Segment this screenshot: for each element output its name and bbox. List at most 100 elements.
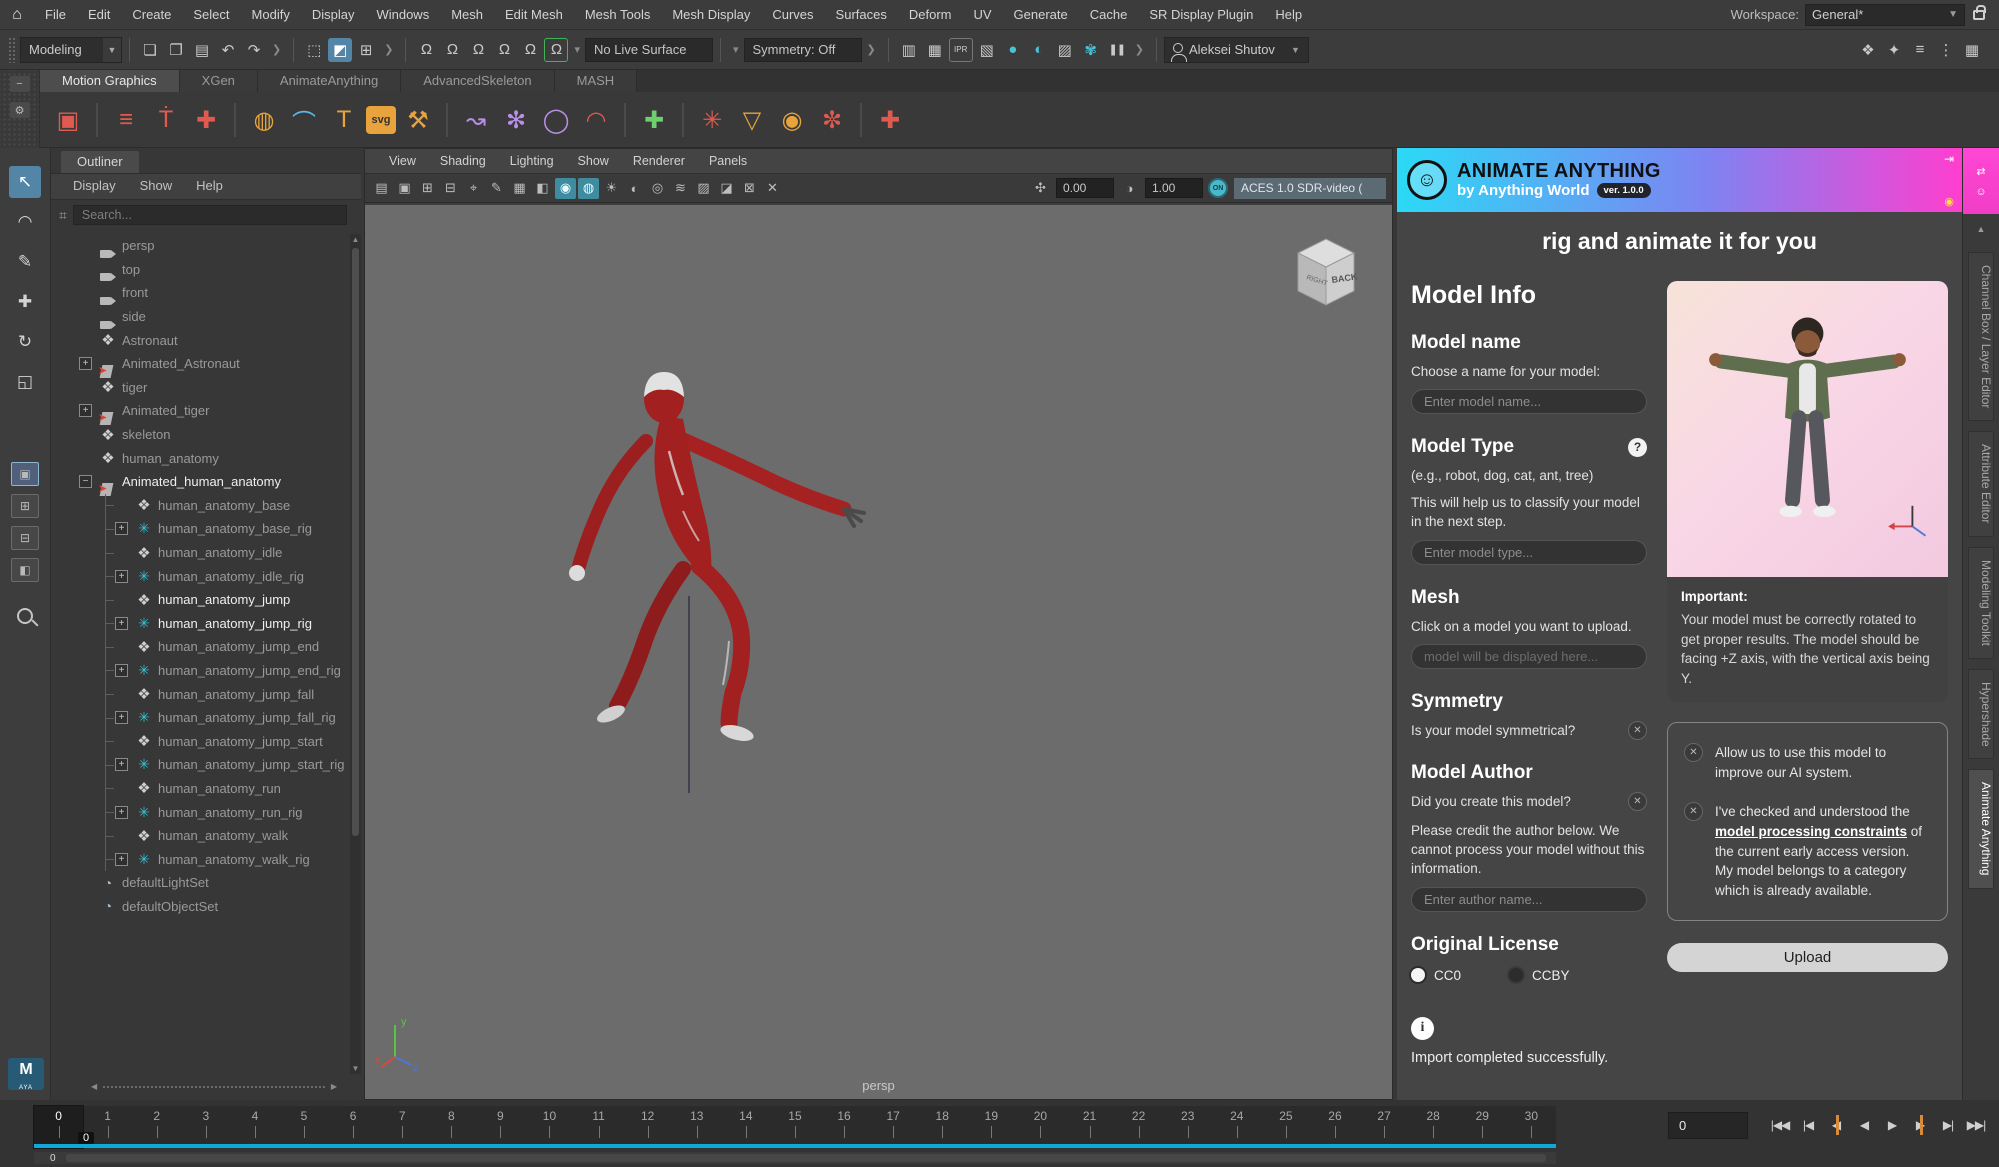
shelf-tool-icon[interactable]: ✼: [814, 102, 850, 138]
menu-item[interactable]: Mesh: [440, 0, 494, 30]
shelf-tool-icon[interactable]: [624, 103, 626, 137]
frame-cell[interactable]: 30: [1507, 1106, 1556, 1148]
tool-icon[interactable]: ↻: [9, 326, 41, 358]
frame-cell[interactable]: 5: [279, 1106, 328, 1148]
outliner-item[interactable]: tiger: [51, 376, 349, 400]
shelf-tool-icon[interactable]: [446, 103, 448, 137]
sidebar-toggle-icon[interactable]: ❖: [1856, 38, 1880, 62]
shelf-tool-icon[interactable]: [682, 103, 684, 137]
viewport-menu-item[interactable]: Shading: [428, 154, 498, 168]
render-icon[interactable]: ▥: [897, 38, 921, 62]
upload-button[interactable]: Upload: [1667, 943, 1948, 972]
viewport-menu-item[interactable]: Lighting: [498, 154, 566, 168]
tool-icon[interactable]: ✚: [9, 286, 41, 318]
outliner-item[interactable]: + human_anatomy_base_rig: [51, 517, 349, 541]
snap-icon[interactable]: Ω: [440, 38, 464, 62]
outliner-item[interactable]: Astronaut: [51, 328, 349, 352]
exposure-icon[interactable]: ✣: [1030, 178, 1051, 199]
shelf-tab[interactable]: XGen: [180, 70, 258, 92]
expand-toggle[interactable]: +: [79, 404, 92, 417]
render-icon[interactable]: ●: [1001, 38, 1025, 62]
frame-cell[interactable]: 12: [623, 1106, 672, 1148]
expand-toggle[interactable]: +: [115, 522, 128, 535]
shelf-tool-icon[interactable]: Ṫ: [148, 102, 184, 138]
external-link-icon[interactable]: ⇥: [1944, 152, 1954, 166]
expand-toggle[interactable]: −: [79, 475, 92, 488]
frame-cell[interactable]: 10: [525, 1106, 574, 1148]
outliner-item[interactable]: defaultLightSet: [51, 871, 349, 895]
menu-item[interactable]: Deform: [898, 0, 963, 30]
render-icon[interactable]: ✾: [1079, 38, 1103, 62]
frame-cell[interactable]: 9: [476, 1106, 525, 1148]
consent-toggle[interactable]: ✕: [1684, 802, 1703, 821]
license-option[interactable]: CC0: [1411, 968, 1461, 983]
menu-item[interactable]: Edit Mesh: [494, 0, 574, 30]
scroll-down-icon[interactable]: ▼: [350, 1064, 361, 1073]
outliner-item[interactable]: defaultObjectSet: [51, 895, 349, 919]
gamma-icon[interactable]: ◑: [1119, 178, 1140, 199]
viewport-menu-item[interactable]: Renderer: [621, 154, 697, 168]
outliner-item[interactable]: human_anatomy_jump: [51, 588, 349, 612]
filter-icon[interactable]: ⌗: [59, 207, 67, 224]
outliner-menu-item[interactable]: Help: [186, 176, 233, 195]
exposure-field[interactable]: 0.00: [1056, 178, 1114, 198]
snap-icon[interactable]: Ω: [492, 38, 516, 62]
user-account-dropdown[interactable]: Aleksei Shutov ▼: [1164, 37, 1309, 63]
menu-item[interactable]: Curves: [761, 0, 824, 30]
menu-item[interactable]: SR Display Plugin: [1138, 0, 1264, 30]
outliner-item[interactable]: + human_anatomy_jump_fall_rig: [51, 706, 349, 730]
viewport-menu-item[interactable]: View: [377, 154, 428, 168]
menu-item[interactable]: Select: [182, 0, 240, 30]
render-icon[interactable]: ▨: [1053, 38, 1077, 62]
viewport-canvas[interactable]: RIGHT BACK: [365, 205, 1392, 1099]
outliner-item[interactable]: + human_anatomy_idle_rig: [51, 564, 349, 588]
file-op-icon[interactable]: ↶: [216, 38, 240, 62]
viewport-toolbar-icon[interactable]: ⊟: [440, 178, 461, 199]
frame-cell[interactable]: 19: [967, 1106, 1016, 1148]
outliner-item[interactable]: human_anatomy_base: [51, 494, 349, 518]
menu-item[interactable]: Modify: [241, 0, 301, 30]
menu-item[interactable]: File: [34, 0, 77, 30]
viewport-toolbar-icon[interactable]: ◍: [578, 178, 599, 199]
viewport-toolbar-icon[interactable]: ▣: [394, 178, 415, 199]
outliner-item[interactable]: human_anatomy_idle: [51, 541, 349, 565]
pane-layout-button[interactable]: ▣: [11, 462, 39, 486]
viewport-menu-item[interactable]: Panels: [697, 154, 759, 168]
frame-cell[interactable]: 27: [1360, 1106, 1409, 1148]
shelf-gear-icon[interactable]: ⚙: [10, 102, 30, 118]
render-icon[interactable]: ❚❚: [1105, 38, 1129, 62]
scroll-left-icon[interactable]: ◀: [91, 1082, 97, 1091]
tabs-scroll-up-icon[interactable]: ▲: [1963, 224, 1999, 234]
expand-toggle[interactable]: +: [115, 711, 128, 724]
author-name-input[interactable]: [1411, 887, 1647, 912]
anatomy-model[interactable]: [561, 361, 881, 801]
colorspace-dropdown[interactable]: ACES 1.0 SDR-video (: [1234, 178, 1386, 199]
frame-cell[interactable]: 2: [132, 1106, 181, 1148]
shelf-tool-icon[interactable]: ✚: [872, 102, 908, 138]
constraints-link[interactable]: model processing constraints: [1715, 824, 1907, 839]
outliner-item[interactable]: top: [51, 258, 349, 282]
outliner-item[interactable]: human_anatomy_jump_fall: [51, 682, 349, 706]
viewport-toolbar-icon[interactable]: ✎: [486, 178, 507, 199]
frame-cell[interactable]: 17: [869, 1106, 918, 1148]
file-op-icon[interactable]: ↷: [242, 38, 266, 62]
frame-cell[interactable]: 25: [1261, 1106, 1310, 1148]
frame-cell[interactable]: 24: [1212, 1106, 1261, 1148]
radio-icon[interactable]: [1411, 968, 1425, 982]
side-panel-tab[interactable]: Animate Anything: [1968, 769, 1994, 888]
snap-icon[interactable]: Ω: [544, 38, 568, 62]
viewport-toolbar-icon[interactable]: ◐: [624, 178, 645, 199]
outliner-item[interactable]: front: [51, 281, 349, 305]
shelf-tool-icon[interactable]: ≡: [108, 102, 144, 138]
menu-item[interactable]: Help: [1264, 0, 1313, 30]
file-op-icon[interactable]: ❐: [164, 38, 188, 62]
playback-button[interactable]: |◀: [1796, 1110, 1820, 1140]
outliner-item[interactable]: persp: [51, 234, 349, 258]
render-icon[interactable]: ▧: [975, 38, 999, 62]
help-icon[interactable]: ?: [1628, 438, 1647, 457]
snap-icon[interactable]: Ω: [466, 38, 490, 62]
snap-icon[interactable]: Ω: [414, 38, 438, 62]
playback-button[interactable]: ◀: [1824, 1110, 1848, 1140]
playback-button[interactable]: ▶|: [1936, 1110, 1960, 1140]
frame-cell[interactable]: 13: [672, 1106, 721, 1148]
